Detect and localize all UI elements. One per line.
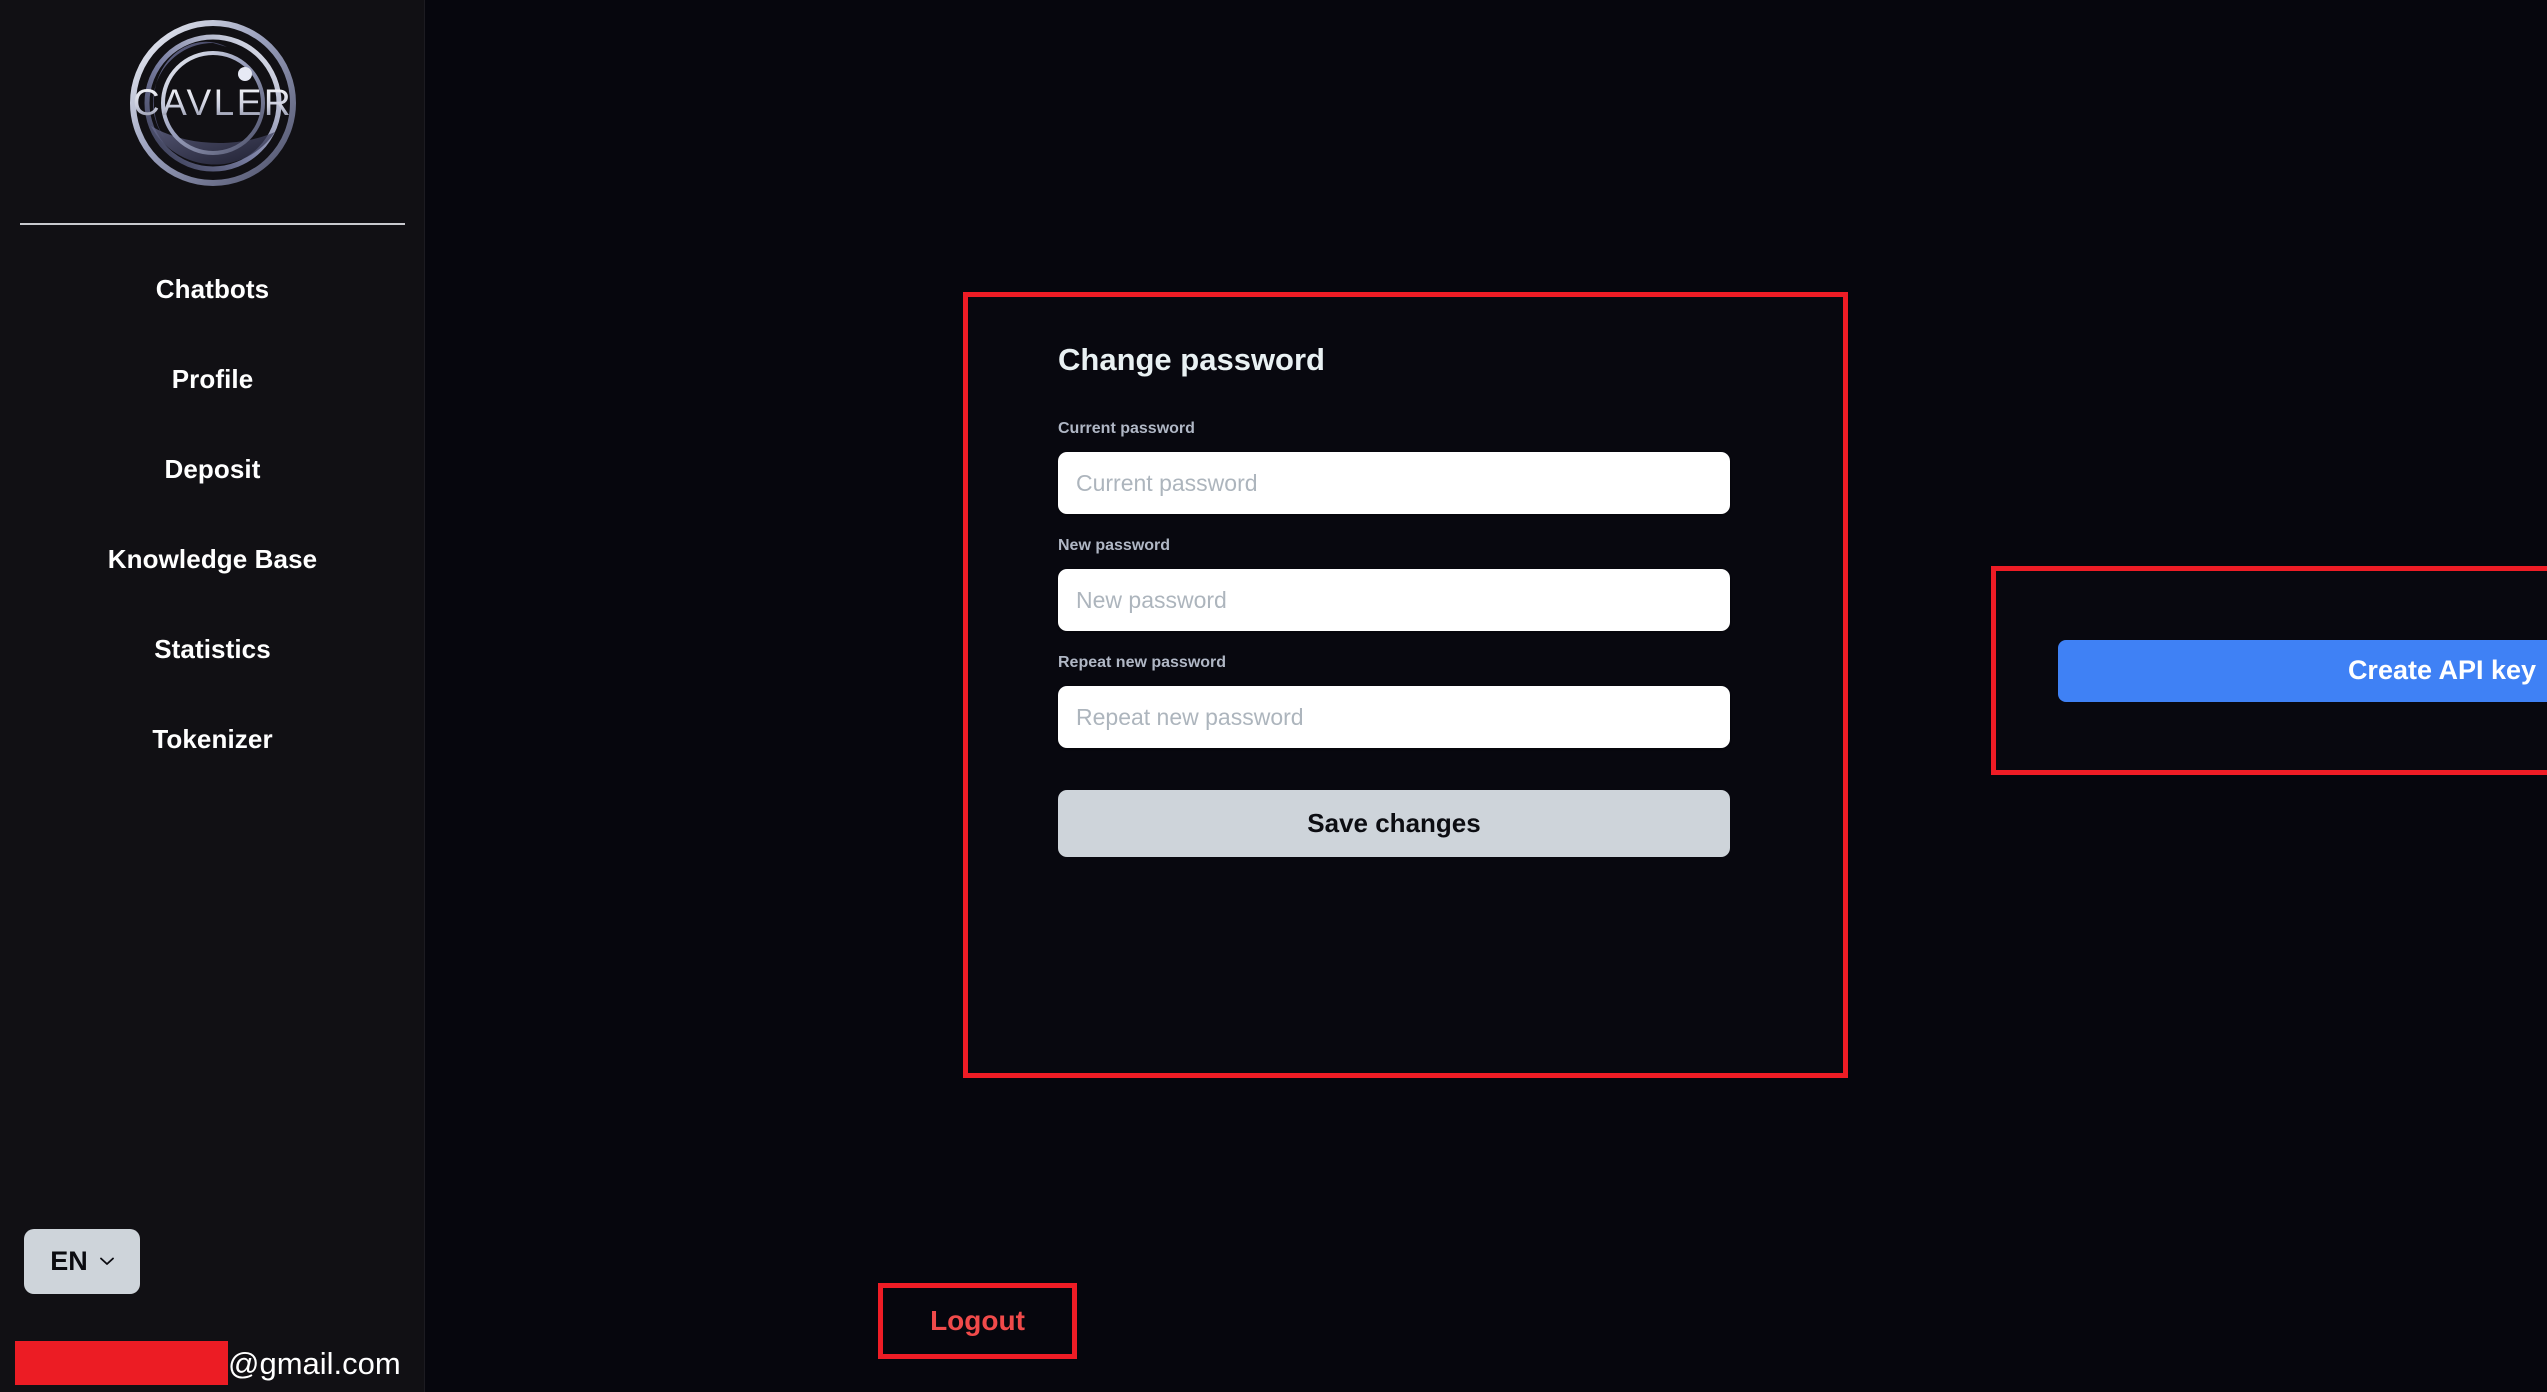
repeat-password-group: Repeat new password bbox=[1058, 655, 1750, 748]
sidebar-item-profile[interactable]: Profile bbox=[0, 334, 425, 424]
language-selector[interactable]: EN bbox=[24, 1229, 140, 1294]
create-api-key-button[interactable]: Create API key bbox=[2058, 639, 2547, 702]
sidebar-item-label: Profile bbox=[171, 364, 254, 394]
sidebar-item-label: Statistics bbox=[154, 634, 271, 664]
sidebar-item-knowledge-base[interactable]: Knowledge Base bbox=[0, 514, 425, 604]
repeat-password-input[interactable] bbox=[1058, 686, 1730, 748]
new-password-group: New password bbox=[1058, 538, 1750, 631]
sidebar-divider bbox=[20, 223, 405, 225]
email-redaction-bar bbox=[15, 1341, 228, 1385]
sidebar-item-tokenizer[interactable]: Tokenizer bbox=[0, 694, 425, 784]
sidebar-item-label: Chatbots bbox=[155, 274, 270, 304]
save-changes-button[interactable]: Save changes bbox=[1058, 790, 1730, 857]
repeat-password-label: Repeat new password bbox=[1058, 654, 1227, 671]
email-domain: @gmail.com bbox=[228, 1345, 401, 1381]
current-password-label: Current password bbox=[1058, 420, 1195, 437]
sidebar-item-label: Tokenizer bbox=[152, 724, 273, 754]
svg-text:CAVLER: CAVLER bbox=[132, 82, 292, 123]
cavler-logo-icon: CAVLER bbox=[129, 19, 296, 186]
new-password-input[interactable] bbox=[1058, 569, 1730, 631]
sidebar: CAVLER Chatbots Profile Deposit Knowledg… bbox=[0, 0, 425, 1392]
new-password-label: New password bbox=[1058, 537, 1171, 554]
chevron-down-icon bbox=[99, 1257, 114, 1265]
current-password-group: Current password bbox=[1058, 421, 1750, 514]
sidebar-item-label: Deposit bbox=[164, 454, 261, 484]
brand-logo[interactable]: CAVLER bbox=[0, 8, 425, 198]
current-password-input[interactable] bbox=[1058, 452, 1730, 514]
logout-button[interactable]: Logout bbox=[878, 1283, 1077, 1359]
sidebar-item-chatbots[interactable]: Chatbots bbox=[0, 244, 425, 334]
sidebar-nav: Chatbots Profile Deposit Knowledge Base … bbox=[0, 244, 425, 784]
language-code: EN bbox=[50, 1246, 88, 1276]
account-email: @gmail.com bbox=[15, 1341, 401, 1385]
main-content: Change password Current password New pas… bbox=[425, 0, 2547, 1392]
api-key-panel: Create API key bbox=[1991, 566, 2547, 775]
sidebar-item-statistics[interactable]: Statistics bbox=[0, 604, 425, 694]
app-root: CAVLER Chatbots Profile Deposit Knowledg… bbox=[0, 0, 2547, 1392]
page-title: Change password bbox=[1058, 342, 1325, 377]
sidebar-item-label: Knowledge Base bbox=[107, 544, 318, 574]
change-password-card: Change password Current password New pas… bbox=[963, 292, 1848, 1078]
sidebar-item-deposit[interactable]: Deposit bbox=[0, 424, 425, 514]
